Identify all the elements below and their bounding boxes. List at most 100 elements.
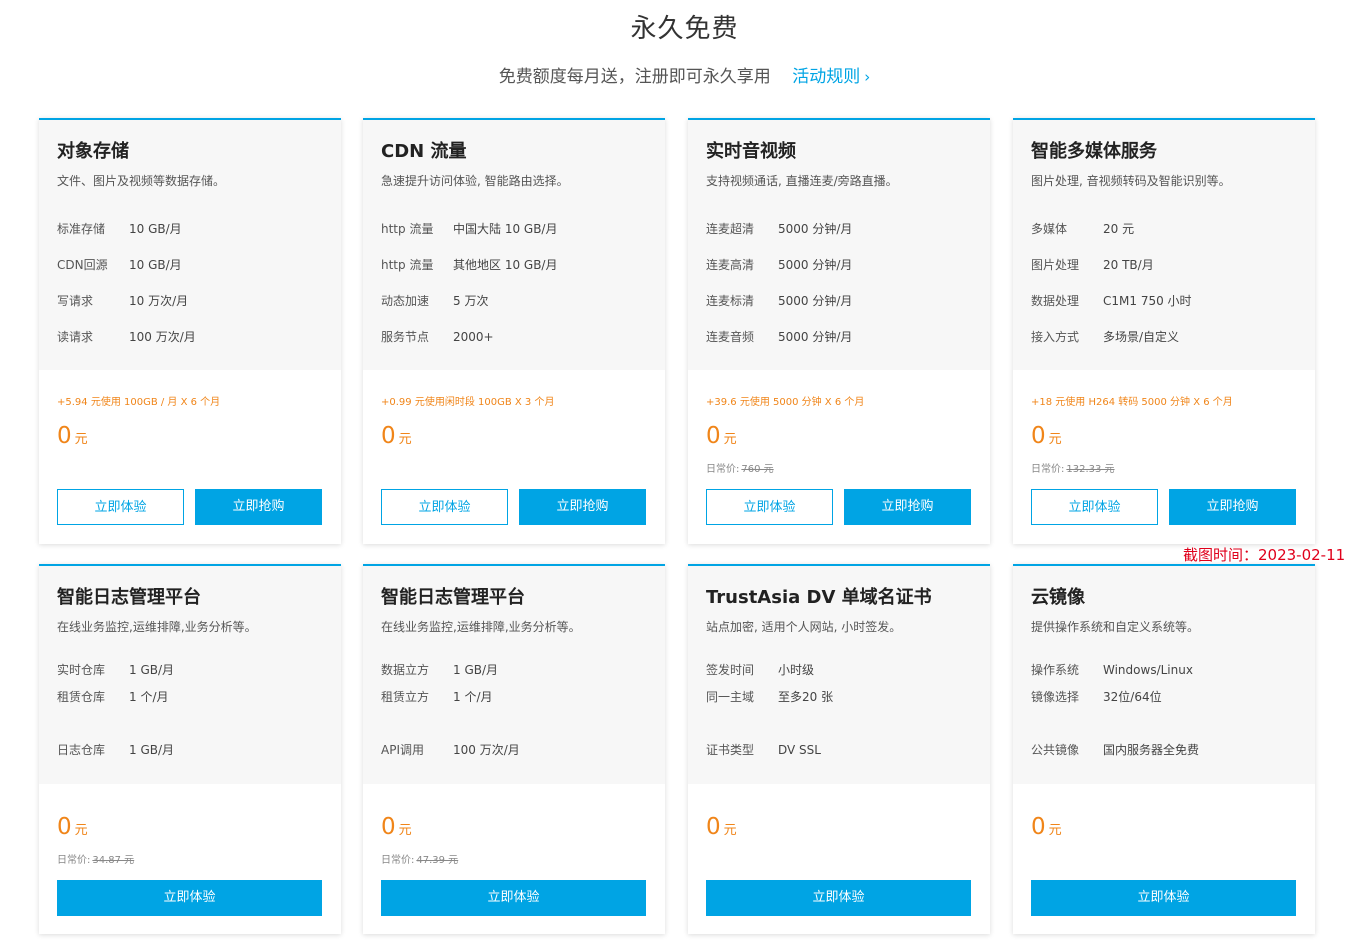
spec-value: 32位/64位 — [1103, 690, 1162, 704]
spec-key: 镜像选择 — [1031, 690, 1080, 704]
price: 0元 — [381, 423, 412, 449]
spec-key: API调用 — [381, 743, 424, 757]
spec-value: 2000+ — [453, 330, 494, 344]
try-now-button[interactable]: 立即体验 — [706, 880, 971, 916]
spec-key: 租赁立方 — [381, 690, 430, 704]
regular-price-label: 日常价: — [1031, 464, 1065, 475]
price: 0元 — [381, 814, 412, 840]
price: 0元 — [1031, 814, 1062, 840]
price: 0元 — [706, 423, 737, 449]
price-unit: 元 — [723, 432, 737, 447]
spec-key: 接入方式 — [1031, 330, 1080, 344]
price: 0元 — [57, 814, 88, 840]
price-unit: 元 — [398, 432, 412, 447]
try-now-button[interactable]: 立即体验 — [1031, 489, 1158, 525]
spec-row: http 流量 其他地区 10 GB/月 — [381, 256, 557, 273]
promo-text: +0.99 元使用闲时段 100GB X 3 个月 — [381, 397, 555, 408]
buy-now-button[interactable]: 立即抢购 — [519, 489, 646, 525]
buy-now-button[interactable]: 立即抢购 — [844, 489, 971, 525]
spec-key: 数据处理 — [1031, 294, 1080, 308]
card-title: 智能多媒体服务 — [1031, 141, 1157, 162]
regular-price-value: 47.39 元 — [416, 855, 459, 866]
regular-price: 日常价: 760 元 — [706, 460, 774, 475]
spec-row: http 流量 中国大陆 10 GB/月 — [381, 220, 557, 237]
spec-row: 连麦标清 5000 分钟/月 — [706, 292, 852, 309]
spec-key: 操作系统 — [1031, 663, 1080, 677]
spec-row: 租赁立方 1 个/月 — [381, 688, 493, 705]
spec-row: 连麦音频 5000 分钟/月 — [706, 328, 852, 345]
spec-key: 连麦音频 — [706, 330, 755, 344]
spec-row: 图片处理 20 TB/月 — [1031, 256, 1154, 273]
spec-value: 10 GB/月 — [129, 258, 182, 272]
spec-value: 1 GB/月 — [453, 663, 499, 677]
product-card-object-storage: 对象存储 文件、图片及视频等数据存储。 标准存储 10 GB/月 CDN回源 10 … — [39, 118, 341, 544]
spec-value: 10 GB/月 — [129, 222, 182, 236]
rules-link[interactable]: 活动规则 › — [792, 67, 870, 87]
spec-value: 1 个/月 — [129, 690, 169, 704]
product-card-media: 智能多媒体服务 图片处理, 音视频转码及智能识别等。 多媒体 20 元 图片处理 2… — [1013, 118, 1315, 544]
try-now-button[interactable]: 立即体验 — [381, 880, 646, 916]
spec-value: 至多20 张 — [778, 690, 834, 704]
screenshot-timestamp: 截图时间：2023-02-11 — [1183, 546, 1346, 564]
spec-row: 多媒体 20 元 — [1031, 220, 1134, 237]
spec-key: 公共镜像 — [1031, 743, 1080, 757]
promo-text: +39.6 元使用 5000 分钟 X 6 个月 — [706, 397, 865, 408]
price-unit: 元 — [398, 823, 412, 838]
spec-value: 1 个/月 — [453, 690, 493, 704]
spec-value: 10 万次/月 — [129, 294, 189, 308]
spec-value: 1 GB/月 — [129, 743, 175, 757]
price: 0元 — [706, 814, 737, 840]
spec-key: http 流量 — [381, 222, 434, 236]
spec-value: 5000 分钟/月 — [778, 222, 853, 236]
product-card-log-platform-2: 智能日志管理平台 在线业务监控,运维排障,业务分析等。 数据立方 1 GB/月 租… — [363, 564, 665, 934]
spec-row: 读请求 100 万次/月 — [57, 328, 196, 345]
card-title: TrustAsia DV 单域名证书 — [706, 587, 932, 608]
spec-key: CDN回源 — [57, 258, 108, 272]
spec-key: 读请求 — [57, 330, 94, 344]
card-title: 智能日志管理平台 — [57, 587, 201, 608]
product-card-log-platform: 智能日志管理平台 在线业务监控,运维排障,业务分析等。 实时仓库 1 GB/月 租… — [39, 564, 341, 934]
spec-value: C1M1 750 小时 — [1103, 294, 1192, 308]
spec-row: 证书类型 DV SSL — [706, 741, 821, 758]
spec-key: 同一主域 — [706, 690, 755, 704]
price-unit: 元 — [74, 432, 88, 447]
spec-value: 100 万次/月 — [129, 330, 196, 344]
spec-row: 镜像选择 32位/64位 — [1031, 688, 1162, 705]
card-title: 对象存储 — [57, 141, 129, 162]
try-now-button[interactable]: 立即体验 — [706, 489, 833, 525]
spec-value: DV SSL — [778, 743, 821, 757]
spec-key: 签发时间 — [706, 663, 755, 677]
price-unit: 元 — [1048, 432, 1062, 447]
spec-row: 标准存储 10 GB/月 — [57, 220, 182, 237]
card-description: 支持视频通话, 直播连麦/旁路直播。 — [706, 174, 898, 188]
page-subtitle: 免费额度每月送，注册即可永久享用 活动规则 › — [0, 62, 1369, 87]
spec-key: 租赁仓库 — [57, 690, 106, 704]
buy-now-button[interactable]: 立即抢购 — [1169, 489, 1296, 525]
regular-price: 日常价: 47.39 元 — [381, 851, 458, 866]
spec-row: 日志仓库 1 GB/月 — [57, 741, 174, 758]
regular-price-value: 34.87 元 — [92, 855, 135, 866]
regular-price-value: 132.33 元 — [1066, 464, 1115, 475]
spec-row: 服务节点 2000+ — [381, 328, 494, 345]
try-now-button[interactable]: 立即体验 — [1031, 880, 1296, 916]
try-now-button[interactable]: 立即体验 — [57, 489, 184, 525]
price-value: 0 — [57, 814, 72, 840]
spec-value: 5000 分钟/月 — [778, 294, 853, 308]
try-now-button[interactable]: 立即体验 — [381, 489, 508, 525]
spec-value: Windows/Linux — [1103, 663, 1193, 677]
product-card-cloud-image: 云镜像 提供操作系统和自定义系统等。 操作系统 Windows/Linux 镜像选… — [1013, 564, 1315, 934]
spec-key: 数据立方 — [381, 663, 430, 677]
spec-row: API调用 100 万次/月 — [381, 741, 520, 758]
spec-row: 同一主域 至多20 张 — [706, 688, 833, 705]
spec-row: 操作系统 Windows/Linux — [1031, 661, 1193, 678]
rules-link-label: 活动规则 — [792, 67, 861, 87]
spec-key: 连麦超清 — [706, 222, 755, 236]
card-title: CDN 流量 — [381, 141, 467, 162]
card-description: 图片处理, 音视频转码及智能识别等。 — [1031, 174, 1231, 188]
buy-now-button[interactable]: 立即抢购 — [195, 489, 322, 525]
free-tier-page: 永久免费 免费额度每月送，注册即可永久享用 活动规则 › 对象存储 文件、图片及视… — [0, 0, 1369, 950]
regular-price-label: 日常价: — [381, 855, 415, 866]
try-now-button[interactable]: 立即体验 — [57, 880, 322, 916]
card-title: 云镜像 — [1031, 587, 1085, 608]
card-description: 在线业务监控,运维排障,业务分析等。 — [381, 620, 581, 634]
